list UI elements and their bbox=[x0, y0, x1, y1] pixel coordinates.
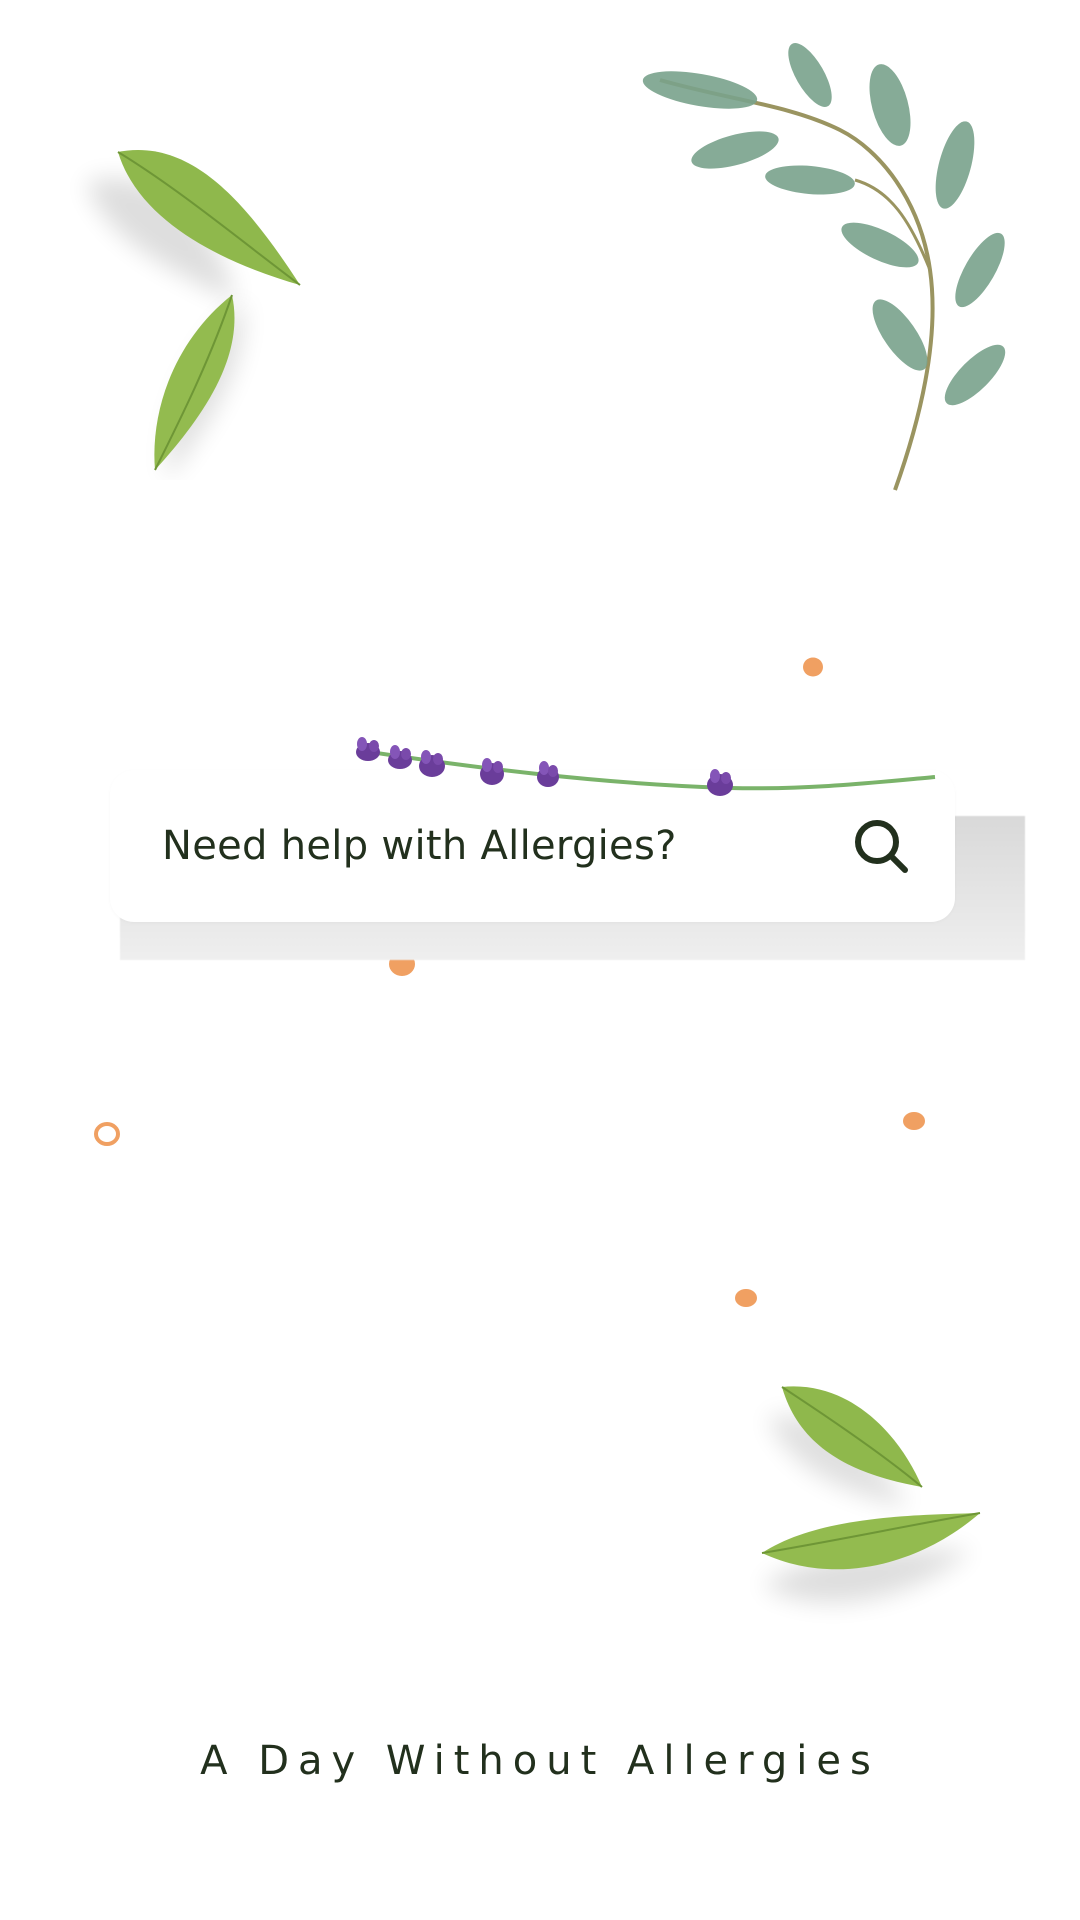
search-icon[interactable] bbox=[851, 816, 911, 876]
lavender-sprig bbox=[356, 737, 936, 796]
bottom-right-leaves bbox=[761, 1386, 981, 1603]
tagline: A Day Without Allergies bbox=[200, 1738, 880, 1784]
orange-dot bbox=[735, 1289, 757, 1307]
splash-screen: Need help with Allergies? A Day Without … bbox=[0, 0, 1080, 1920]
top-left-leaves bbox=[86, 150, 301, 480]
orange-ring bbox=[94, 1122, 120, 1146]
eucalyptus-sprig bbox=[642, 43, 1006, 491]
orange-dot bbox=[903, 1112, 925, 1130]
search-input[interactable]: Need help with Allergies? bbox=[162, 823, 677, 869]
orange-dot bbox=[803, 657, 823, 677]
